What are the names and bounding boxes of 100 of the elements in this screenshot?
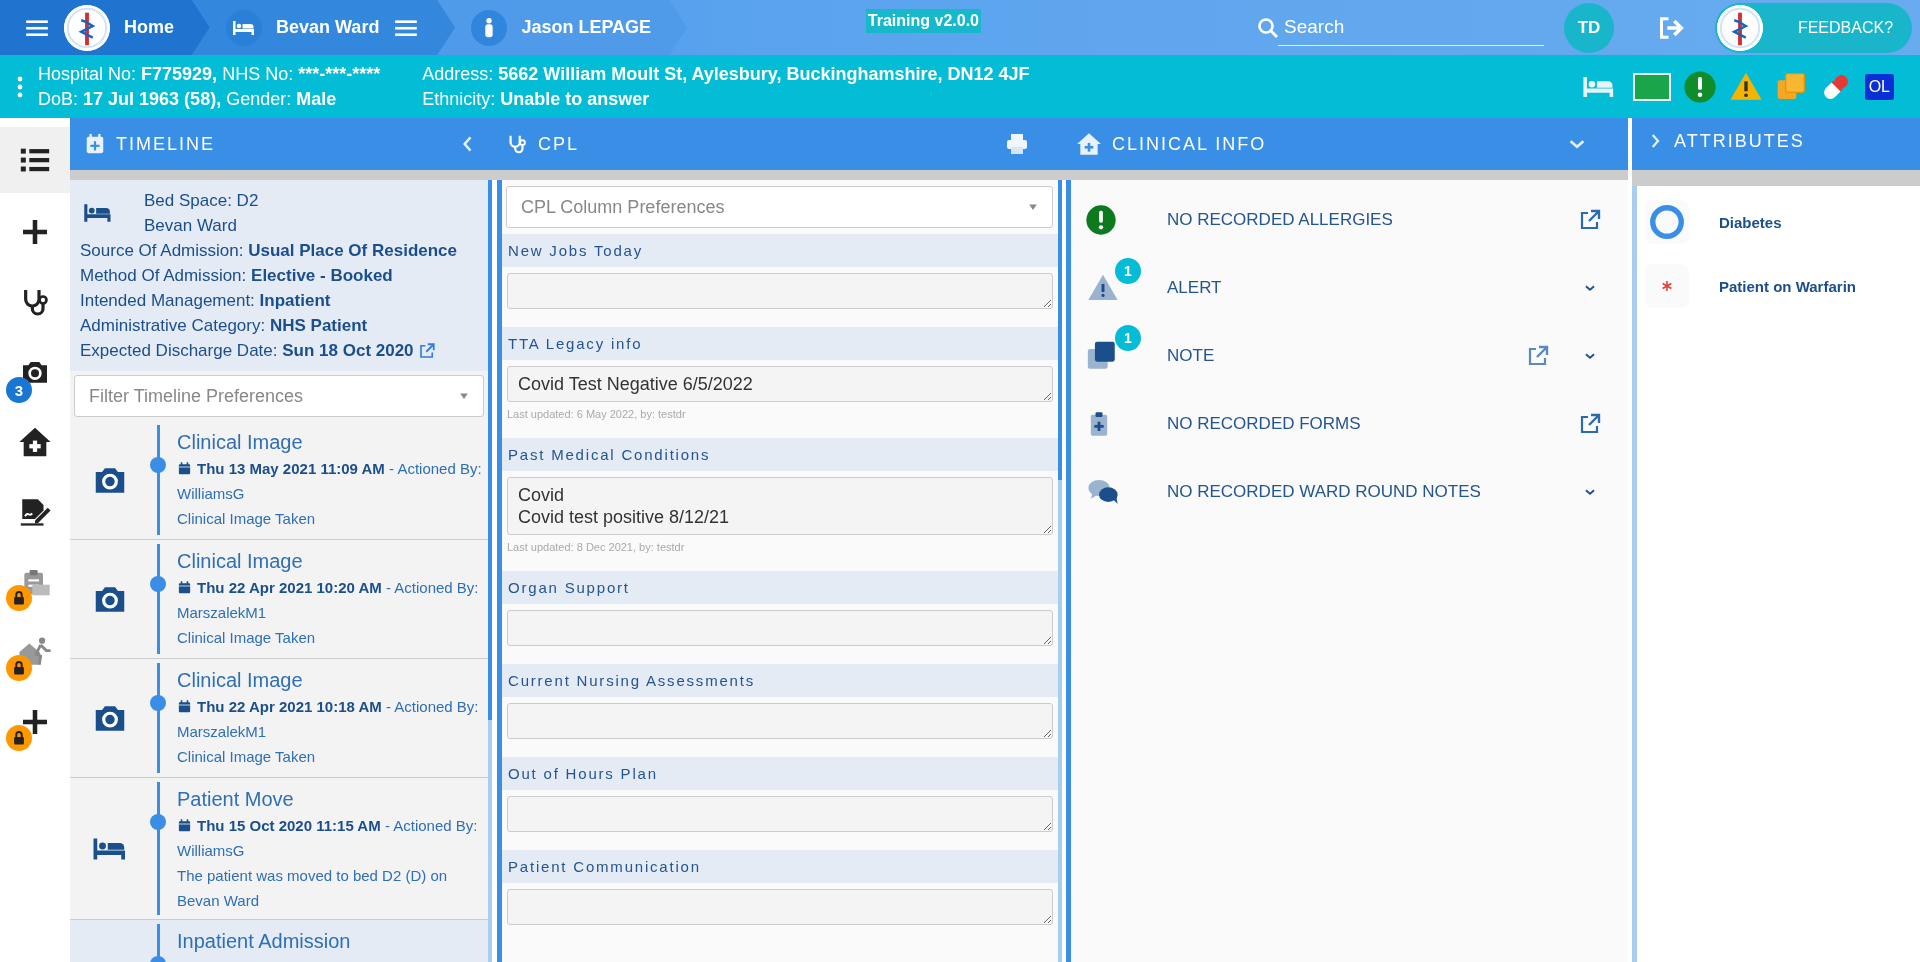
calendar-plus-icon [84,133,106,155]
print-icon[interactable] [1004,132,1030,156]
text-area-field[interactable] [507,889,1053,925]
text-area-field[interactable] [507,273,1053,309]
entry-title: Patient Move [177,787,295,812]
scrollbar[interactable] [1058,180,1062,962]
logo-icon[interactable] [1717,4,1763,51]
clinical-info-label: NOTE [1167,346,1216,366]
clinical-info-row[interactable]: NO RECORDED WARD ROUND NOTES [1071,458,1628,526]
lock-icon [6,725,32,751]
status-indicator[interactable] [1632,72,1671,101]
patient-detail-text: Hospital No: F775929, NHS No: ***-***-**** [38,63,381,85]
external-link-icon [1526,344,1550,368]
section-label: Current Nursing Assessments [502,664,1058,697]
text-area-field[interactable] [507,703,1053,739]
entry-date: Thu 22 Apr 2021 10:20 AM - Actioned By: [197,578,479,598]
section-label: TTA Legacy info [502,327,1058,360]
search-field[interactable]: Search [1278,9,1544,46]
attribute-label: Diabetes [1719,213,1782,231]
entry-title: Inpatient Admission [177,929,351,954]
timeline-dot [150,576,166,592]
entry-description: Clinical Image Taken [177,628,317,648]
text-area-field[interactable] [507,610,1053,646]
entry-user: MarszalekM1 [177,603,268,623]
entry-date: Thu 13 May 2021 11:09 AM - Actioned By: [197,459,482,479]
clinical-info-row[interactable]: 1 ALERT [1071,254,1628,322]
lock-icon [6,585,32,611]
entry-description: Clinical Image Taken [177,747,317,767]
entry-user: WilliamsG [177,841,246,861]
clinical-info-label: ALERT [1167,278,1223,298]
clinical-info-row[interactable]: NO RECORDED FORMS [1071,390,1628,458]
house-plus-icon [1076,131,1102,157]
exclamation-circle-icon [1682,69,1717,104]
section-label: Past Medical Conditions [502,438,1058,471]
attributes-title: ATTRIBUTES [1674,130,1806,152]
preferences-dropdown[interactable]: CPL Column Preferences [506,186,1053,228]
admission-detail: Expected Discharge Date: Sun 18 Oct 2020 [80,340,414,362]
clinical-info-row[interactable]: 1 NOTE [1071,322,1628,390]
admission-detail: Administrative Category: NHS Patient [80,315,368,337]
entry-description: The patient was moved to bed D2 (D) on Bevan Ward [177,866,449,911]
calendar-icon [177,461,192,476]
sidebar-item[interactable] [0,127,70,193]
count-badge: 1 [1115,325,1141,351]
ring-icon [1648,203,1686,241]
admission-detail: Method Of Admission: Elective - Booked [80,265,393,287]
dropdown-caret-icon [1028,202,1038,212]
house-plus-icon [18,425,52,459]
scrollbar[interactable] [488,180,492,962]
section-label: Out of Hours Plan [502,757,1058,790]
lock-icon [6,655,32,681]
timeline-dot [150,695,166,711]
patient-detail-text: DoB: 17 Jul 1963 (58), Gender: Male [38,88,338,110]
text-area-field[interactable] [507,796,1053,832]
entry-title: Clinical Image [177,668,304,693]
text-area-field[interactable]: Covid Covid test positive 8/12/21 [507,477,1053,535]
section-label: Organ Support [502,571,1058,604]
last-updated-text: Last updated: 6 May 2022, by: testdr [506,407,687,420]
external-link-icon [1578,412,1602,436]
entry-title: Clinical Image [177,430,304,455]
external-link-icon [1578,208,1602,232]
breadcrumb-link[interactable]: Bevan Ward [192,0,456,55]
search-icon [1256,15,1280,40]
more-options-icon[interactable] [16,74,24,99]
clinical-info-label: NO RECORDED WARD ROUND NOTES [1167,482,1482,502]
environment-badge: Training v2.0.0 [865,9,981,33]
calendar-icon [177,580,192,595]
bed-space-text: Bevan Ward [144,215,238,237]
attribute-label: Patient on Warfarin [1719,277,1856,295]
count-badge: 1 [1115,258,1141,284]
external-link-icon[interactable] [417,341,436,360]
timeline-dot [150,457,166,473]
entry-title: Clinical Image [177,549,304,574]
filter-dropdown[interactable]: Filter Timeline Preferences [74,375,484,417]
section-label: Patient Communication [502,850,1058,883]
patient-detail-text: Ethnicity: Unable to answer [422,88,651,110]
section-label: New Jobs Today [502,234,1058,267]
last-updated-text: Last updated: 8 Dec 2021, by: testdr [506,540,686,553]
calendar-icon [177,818,192,833]
clinical-info-label: NO RECORDED FORMS [1167,414,1362,434]
breadcrumb-link[interactable]: Home [0,0,210,55]
asterisk-icon [1661,280,1673,292]
initials-badge[interactable]: OL [1864,73,1894,100]
admission-detail: Source Of Admission: Usual Place Of Residence [80,240,458,262]
cpl-title: CPL [538,133,580,155]
entry-date: Thu 22 Apr 2021 10:18 AM - Actioned By: [197,697,479,717]
timeline-entry[interactable]: Inpatient Admission [70,920,488,962]
exclamation-circle-icon [1085,204,1117,236]
calendar-icon [177,699,192,714]
count-badge: 3 [6,377,32,403]
timeline-dot [150,814,166,830]
clinical-info-title: CLINICAL INFO [1112,133,1268,155]
text-area-field[interactable]: Covid Test Negative 6/5/2022 [507,366,1053,402]
logo-icon[interactable] [64,4,110,51]
clinical-info-row[interactable]: NO RECORDED ALLERGIES [1071,186,1628,254]
entry-description: Clinical Image Taken [177,509,317,529]
entry-user: MarszalekM1 [177,722,268,742]
bed-space-text: Bed Space: D2 [144,190,259,212]
patient-detail-text: Address: 5662 William Moult St, Aylesbury, Buckinghamshire, DN12 4JF [422,63,1030,85]
sidebar-item[interactable]: 3 [0,337,70,407]
clinical-info-label: NO RECORDED ALLERGIES [1167,210,1394,230]
